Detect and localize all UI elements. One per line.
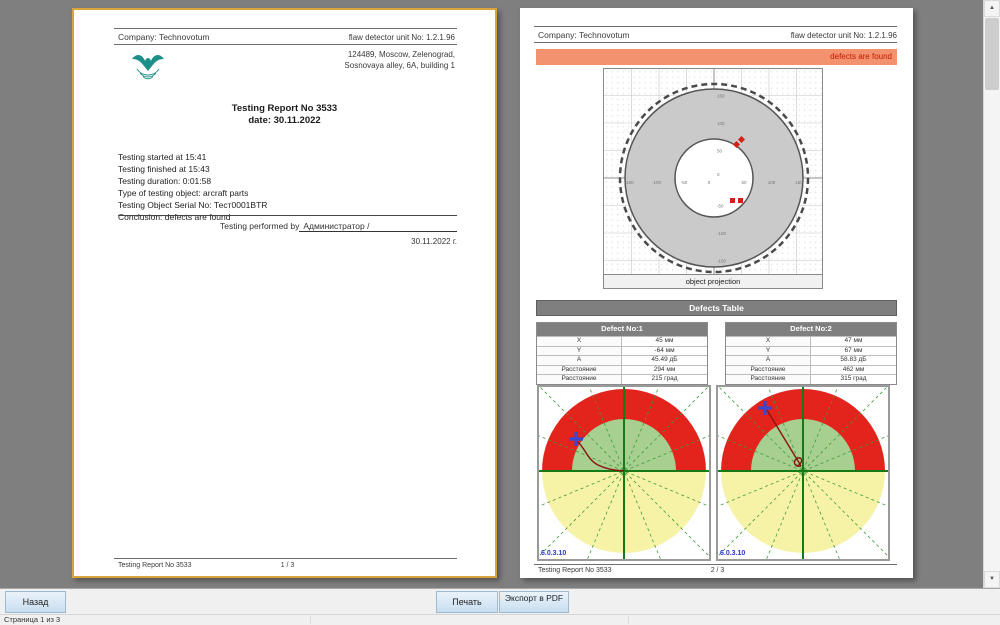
defect-2-table: Defect No:2 X 47 мм Y 67 мм A 58.83 дБ Р…: [725, 322, 897, 385]
page-number: 1 / 3: [118, 562, 457, 569]
header-rule: [534, 26, 897, 27]
svg-text:50: 50: [741, 180, 747, 185]
table-row: Y 67 мм: [726, 346, 896, 356]
table-row: A 45.49 дБ: [537, 355, 707, 365]
svg-text:-150: -150: [624, 180, 634, 185]
defect-1-polar-gauge: 6.0.3.10: [537, 385, 711, 561]
table-row: A 58.83 дБ: [726, 355, 896, 365]
unit-number-label: flaw detector unit No: 1.2.1.96: [791, 31, 897, 40]
header-rule: [114, 44, 457, 45]
object-inner-hole: [675, 139, 753, 217]
scroll-down-button[interactable]: ▼: [984, 571, 1000, 588]
company-logo-icon: [128, 48, 168, 88]
table-row: Расстояние 294 мм: [537, 365, 707, 375]
report-page-1[interactable]: Company: Technovotum flaw detector unit …: [72, 8, 497, 578]
signature-rule: [118, 215, 457, 216]
svg-text:100: 100: [768, 180, 776, 185]
signature-value: Администратор /: [299, 221, 457, 232]
gauge-version-label: 6.0.3.10: [720, 550, 745, 557]
header-rule: [534, 42, 897, 43]
object-projection-plot: 150 100 50 0 -50 -100 -150 -150 -100 -50…: [604, 69, 822, 274]
page-footer: Testing Report No 3533 2 / 3: [538, 567, 897, 574]
info-line: Testing duration: 0:01:58: [118, 175, 267, 187]
page-footer: Testing Report No 3533 1 / 3: [118, 562, 457, 569]
table-row: X 47 мм: [726, 336, 896, 346]
svg-text:-100: -100: [717, 231, 727, 236]
info-line: Testing started at 15:41: [118, 151, 267, 163]
defect-1-header: Defect No:1: [537, 323, 707, 336]
object-projection-chart: 150 100 50 0 -50 -100 -150 -150 -100 -50…: [603, 68, 823, 289]
svg-text:-50: -50: [717, 204, 724, 209]
signature-date: 30.11.2022 г.: [411, 237, 457, 246]
defect-2-header: Defect No:2: [726, 323, 896, 336]
gauge-version-label: 6.0.3.10: [541, 550, 566, 557]
info-line: Testing Object Serial No: Тест0001BTR: [118, 199, 267, 211]
table-row: Y -64 мм: [537, 346, 707, 356]
defects-table-title: Defects Table: [536, 300, 897, 316]
back-button[interactable]: Назад: [5, 591, 66, 613]
scroll-up-button[interactable]: ▲: [984, 0, 1000, 17]
svg-text:-150: -150: [717, 259, 727, 264]
table-row: Расстояние 315 град: [726, 374, 896, 384]
projection-caption: object projection: [604, 274, 822, 288]
page-number: 2 / 3: [538, 567, 897, 574]
svg-text:150: 150: [795, 180, 803, 185]
bottom-toolbar: Назад Печать Экспорт в PDF: [0, 588, 1000, 614]
defect-2-polar-gauge: 6.0.3.10: [716, 385, 890, 561]
unit-number-label: flaw detector unit No: 1.2.1.96: [349, 33, 455, 42]
testing-info-block: Testing started at 15:41 Testing finishe…: [118, 151, 267, 223]
svg-text:100: 100: [717, 121, 725, 126]
scrollbar-thumb[interactable]: [985, 18, 999, 90]
report-page-2[interactable]: Company: Technovotum flaw detector unit …: [520, 8, 913, 578]
company-label: Company: Technovotum: [118, 32, 210, 42]
print-button[interactable]: Печать: [436, 591, 498, 613]
report-title: Testing Report No 3533 date: 30.11.2022: [74, 103, 495, 127]
company-label: Company: Technovotum: [538, 30, 630, 40]
export-pdf-button[interactable]: Экспорт в PDF: [499, 591, 569, 613]
page-indicator: Страница 1 из 3: [4, 615, 60, 625]
defect-1-table: Defect No:1 X 45 мм Y -64 мм A 45.49 дБ …: [536, 322, 708, 385]
company-address: 124489, Moscow, Zelenograd, Sosnovaya al…: [344, 49, 455, 71]
table-row: Расстояние 462 мм: [726, 365, 896, 375]
svg-text:-100: -100: [652, 180, 662, 185]
footer-rule: [114, 558, 457, 559]
table-row: Расстояние 215 град: [537, 374, 707, 384]
signature-line: Testing performed by Администратор /: [118, 221, 457, 232]
footer-rule: [534, 564, 897, 565]
svg-text:50: 50: [717, 149, 723, 154]
statusbar-separator: [628, 616, 629, 624]
table-row: X 45 мм: [537, 336, 707, 346]
info-line: Type of testing object: arcraft parts: [118, 187, 267, 199]
svg-text:-50: -50: [681, 180, 688, 185]
report-viewer-canvas: Company: Technovotum flaw detector unit …: [0, 0, 1000, 588]
vertical-scrollbar[interactable]: ▲ ▼: [983, 0, 1000, 588]
conclusion-banner: defects are found: [536, 49, 897, 65]
info-line: Testing finished at 15:43: [118, 163, 267, 175]
status-bar: Страница 1 из 3: [0, 614, 1000, 625]
header-rule: [114, 28, 457, 29]
svg-text:150: 150: [717, 94, 725, 99]
statusbar-separator: [310, 616, 311, 624]
